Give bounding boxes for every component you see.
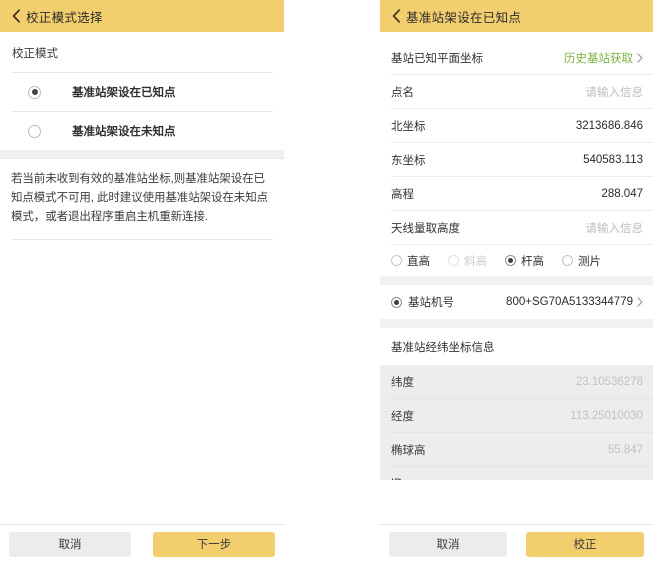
left-section-label: 校正模式	[0, 32, 284, 72]
antenna-type-label-vertical: 直高	[407, 253, 430, 269]
left-section-gap	[0, 150, 284, 159]
antenna-type-option-slant: 斜高	[448, 253, 487, 269]
row-elevation[interactable]: 高程 288.047	[380, 177, 653, 211]
chevron-right-icon	[637, 53, 643, 63]
row-antenna-height[interactable]: 天线量取高度 请输入信息	[380, 211, 653, 245]
right-gap-2	[380, 319, 653, 328]
radio-antenna-pole[interactable]	[505, 255, 516, 266]
chevron-left-icon[interactable]	[9, 9, 23, 23]
row-label-base-station-serial: 基站机号	[408, 294, 454, 310]
row-known-plane-coords[interactable]: 基站已知平面坐标 历史基站获取	[380, 41, 653, 75]
left-next-button[interactable]: 下一步	[153, 532, 275, 557]
row-value-north-coord[interactable]: 3213686.846	[576, 120, 643, 132]
row-value-elevation[interactable]: 288.047	[601, 188, 643, 200]
row-value-east-coord[interactable]: 540583.113	[583, 154, 643, 166]
left-bottom-bar: 取消 下一步	[0, 524, 284, 563]
left-help-note: 若当前未收到有效的基准站坐标,则基准站架设在已知点模式不可用, 此时建议使用基准…	[0, 159, 284, 239]
option-row-known-point[interactable]: 基准站架设在已知点	[0, 73, 284, 111]
antenna-type-option-measure-plate[interactable]: 测片	[562, 253, 601, 269]
right-sub-heading: 基准站经纬坐标信息	[380, 328, 653, 365]
row-value-point-name[interactable]: 请输入信息	[586, 84, 644, 100]
row-value-antenna-height[interactable]: 请输入信息	[586, 220, 644, 236]
row-label-known-plane-coords: 基站已知平面坐标	[391, 50, 483, 66]
row-id: ID	[380, 467, 653, 480]
row-base-station-serial[interactable]: 基站机号 800+SG70A5133344779	[380, 285, 653, 319]
right-bottom-bar: 取消 校正	[380, 524, 653, 563]
left-navbar: 校正模式选择	[0, 0, 284, 32]
row-value-text-known-plane-coords: 历史基站获取	[564, 50, 633, 66]
right-page-title: 基准站架设在已知点	[406, 7, 521, 26]
right-cancel-button[interactable]: 取消	[389, 532, 507, 557]
antenna-type-label-measure-plate: 测片	[578, 253, 601, 269]
row-east-coord[interactable]: 东坐标 540583.113	[380, 143, 653, 177]
chevron-left-icon[interactable]	[389, 9, 403, 23]
left-body: 校正模式 基准站架设在已知点 基准站架设在未知点 若当前未收到有效的基准站坐标,…	[0, 32, 284, 524]
antenna-type-label-pole: 杆高	[521, 253, 544, 269]
right-navbar: 基准站架设在已知点	[380, 0, 653, 32]
screen-base-station-known-point: 基准站架设在已知点 基站已知平面坐标 历史基站获取 点名 请输入信息 北坐标 3…	[380, 0, 653, 563]
row-label-point-name: 点名	[391, 84, 414, 100]
antenna-type-label-slant: 斜高	[464, 253, 487, 269]
radio-antenna-slant	[448, 255, 459, 266]
row-value-text-base-station-serial: 800+SG70A5133344779	[506, 296, 633, 308]
right-top-spacer	[380, 32, 653, 41]
row-label-wrap-base-station-serial: 基站机号	[391, 294, 454, 310]
row-point-name[interactable]: 点名 请输入信息	[380, 75, 653, 109]
geodetic-coords-list: 纬度 23.10536278 经度 113.25010030 椭球高 55.84…	[380, 365, 653, 480]
row-value-known-plane-coords[interactable]: 历史基站获取	[564, 50, 643, 66]
left-page-title: 校正模式选择	[26, 7, 103, 26]
antenna-type-option-pole[interactable]: 杆高	[505, 253, 544, 269]
radio-unknown-point[interactable]	[28, 125, 41, 138]
row-value-latitude: 23.10536278	[576, 376, 643, 388]
row-label-east-coord: 东坐标	[391, 152, 426, 168]
row-label-latitude: 纬度	[391, 374, 414, 390]
option-row-unknown-point[interactable]: 基准站架设在未知点	[0, 112, 284, 150]
option-label-unknown-point: 基准站架设在未知点	[72, 123, 176, 139]
row-value-longitude: 113.25010030	[570, 410, 643, 422]
screen-calibration-mode-select: 校正模式选择 校正模式 基准站架设在已知点 基准站架设在未知点 若当前未收到有效…	[0, 0, 284, 563]
radio-antenna-measure-plate[interactable]	[562, 255, 573, 266]
row-label-antenna-height: 天线量取高度	[391, 220, 460, 236]
antenna-type-radio-group: 直高 斜高 杆高 测片	[380, 245, 653, 276]
row-value-ellipsoid-height: 55.847	[608, 444, 643, 456]
radio-base-station-serial[interactable]	[391, 297, 402, 308]
row-label-elevation: 高程	[391, 186, 414, 202]
antenna-type-option-vertical[interactable]: 直高	[391, 253, 430, 269]
row-label-ellipsoid-height: 椭球高	[391, 442, 426, 458]
left-divider-bottom	[11, 239, 273, 240]
row-longitude: 经度 113.25010030	[380, 399, 653, 433]
radio-antenna-vertical[interactable]	[391, 255, 402, 266]
row-ellipsoid-height: 椭球高 55.847	[380, 433, 653, 467]
right-calibrate-button[interactable]: 校正	[526, 532, 644, 557]
row-id-clipped-wrapper: ID	[380, 467, 653, 480]
left-cancel-button[interactable]: 取消	[9, 532, 131, 557]
row-label-north-coord: 北坐标	[391, 118, 426, 134]
radio-known-point[interactable]	[28, 86, 41, 99]
row-label-longitude: 经度	[391, 408, 414, 424]
right-body: 基站已知平面坐标 历史基站获取 点名 请输入信息 北坐标 3213686.846…	[380, 32, 653, 524]
chevron-right-icon	[637, 297, 643, 307]
right-gap-1	[380, 276, 653, 285]
row-north-coord[interactable]: 北坐标 3213686.846	[380, 109, 653, 143]
row-value-base-station-serial[interactable]: 800+SG70A5133344779	[506, 296, 643, 308]
row-label-id: ID	[391, 478, 403, 480]
row-latitude: 纬度 23.10536278	[380, 365, 653, 399]
option-label-known-point: 基准站架设在已知点	[72, 84, 176, 100]
